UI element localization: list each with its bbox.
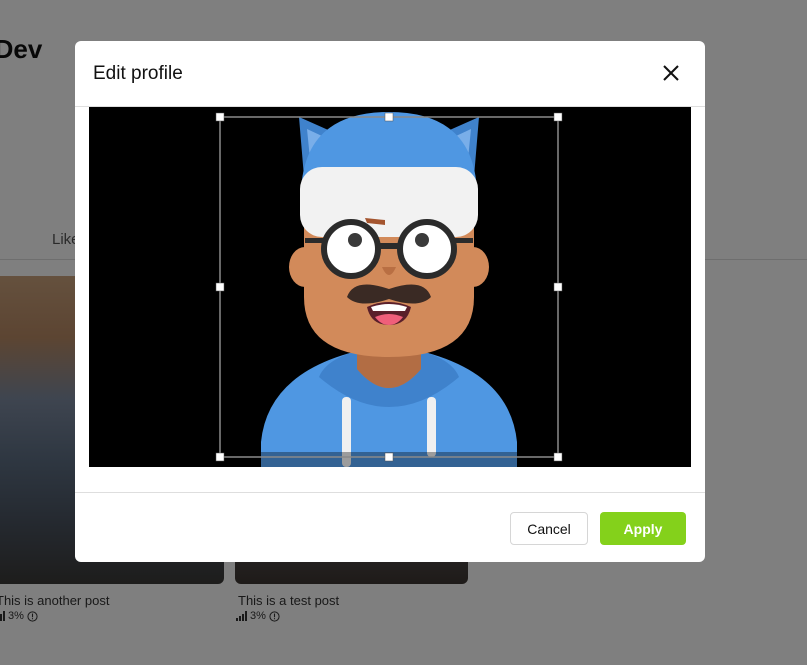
close-icon	[663, 65, 679, 81]
crop-handle	[215, 282, 225, 292]
close-button[interactable]	[659, 61, 683, 85]
crop-handle	[215, 112, 225, 122]
dialog-title: Edit profile	[93, 63, 183, 84]
apply-button[interactable]: Apply	[600, 512, 686, 545]
cancel-button[interactable]: Cancel	[510, 512, 588, 545]
edit-profile-dialog: Edit profile Cancel Apply	[75, 41, 705, 562]
crop-handle	[553, 112, 563, 122]
image-crop-area[interactable]	[89, 107, 691, 467]
crop-frame[interactable]	[89, 107, 691, 467]
crop-handle	[553, 282, 563, 292]
dialog-header: Edit profile	[75, 41, 705, 107]
crop-handle	[553, 452, 563, 462]
crop-handle	[384, 452, 394, 462]
dialog-footer: Cancel Apply	[75, 492, 705, 562]
crop-handle	[215, 452, 225, 462]
crop-handle	[384, 112, 394, 122]
